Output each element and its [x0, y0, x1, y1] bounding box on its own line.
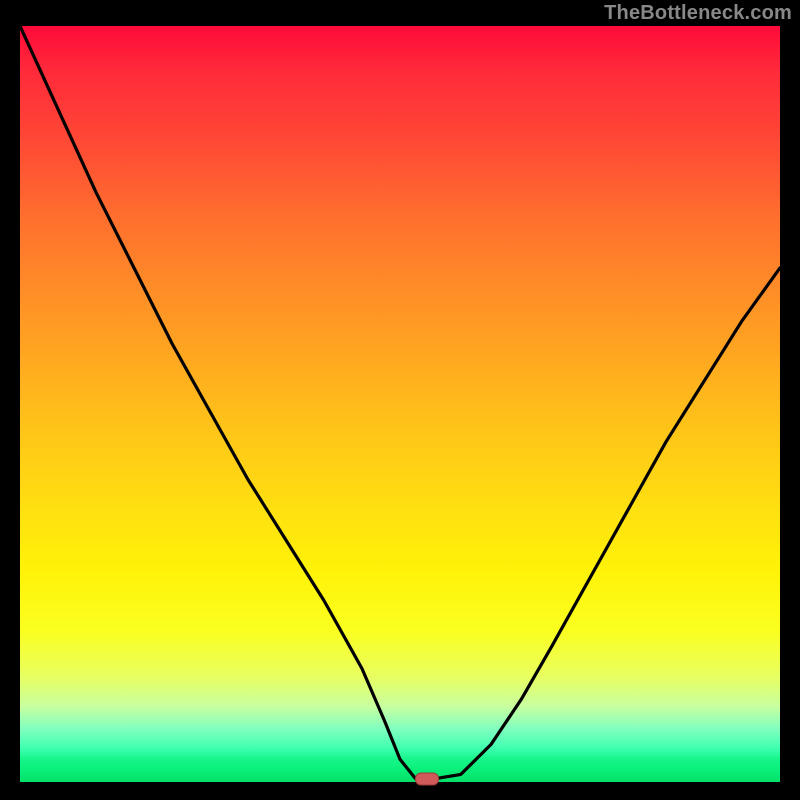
- bottleneck-curve: [20, 26, 780, 778]
- chart-container: TheBottleneck.com: [0, 0, 800, 800]
- optimal-marker: [415, 772, 439, 785]
- plot-area: [20, 26, 780, 782]
- watermark-text: TheBottleneck.com: [604, 2, 792, 25]
- curve-svg: [20, 26, 780, 782]
